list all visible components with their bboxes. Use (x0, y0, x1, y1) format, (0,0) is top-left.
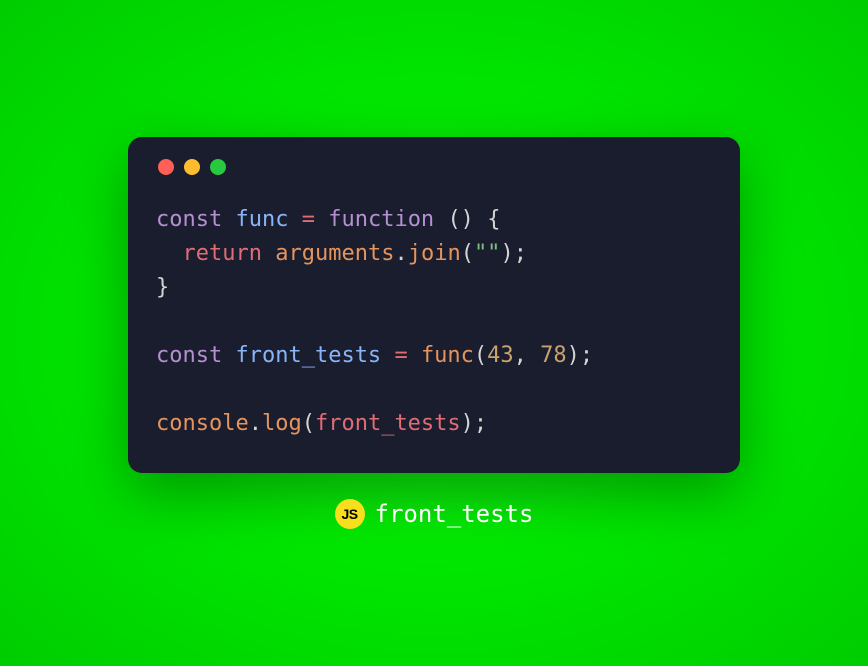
call-func: func (421, 343, 474, 368)
paren-open: ( (302, 411, 315, 436)
paren-close: ) (500, 241, 513, 266)
paren-close: ) (461, 411, 474, 436)
code-editor-window: const func = function () { return argume… (128, 137, 740, 474)
paren-open: ( (461, 241, 474, 266)
brace-close: } (156, 275, 169, 300)
operator-equals: = (302, 207, 315, 232)
method-join: join (408, 241, 461, 266)
number-literal: 78 (540, 343, 567, 368)
semicolon: ; (474, 411, 487, 436)
identifier-func: func (235, 207, 288, 232)
identifier-console: console (156, 411, 249, 436)
footer-title: front_tests (375, 500, 534, 528)
operator-equals: = (394, 343, 407, 368)
minimize-icon[interactable] (184, 159, 200, 175)
footer: JS front_tests (335, 499, 534, 529)
parens: () (447, 207, 474, 232)
code-line-3: } (156, 275, 169, 300)
keyword-const: const (156, 207, 222, 232)
method-log: log (262, 411, 302, 436)
close-icon[interactable] (158, 159, 174, 175)
dot: . (394, 241, 407, 266)
js-badge-text: JS (341, 506, 357, 522)
code-line-1: const func = function () { (156, 207, 500, 232)
code-block: const func = function () { return argume… (156, 203, 712, 442)
identifier-arguments: arguments (275, 241, 394, 266)
semicolon: ; (580, 343, 593, 368)
identifier-front-tests-arg: front_tests (315, 411, 461, 436)
paren-close: ) (567, 343, 580, 368)
number-literal: 43 (487, 343, 514, 368)
string-literal: "" (474, 241, 501, 266)
semicolon: ; (514, 241, 527, 266)
paren-open: ( (474, 343, 487, 368)
keyword-return: return (183, 241, 262, 266)
window-traffic-lights (156, 159, 712, 175)
comma: , (514, 343, 527, 368)
maximize-icon[interactable] (210, 159, 226, 175)
code-line-7: console.log(front_tests); (156, 411, 487, 436)
keyword-function: function (328, 207, 434, 232)
js-badge-icon: JS (335, 499, 365, 529)
code-line-5: const front_tests = func(43, 78); (156, 343, 593, 368)
brace-open: { (487, 207, 500, 232)
keyword-const: const (156, 343, 222, 368)
dot: . (249, 411, 262, 436)
identifier-front-tests: front_tests (235, 343, 381, 368)
code-line-2: return arguments.join(""); (156, 241, 527, 266)
